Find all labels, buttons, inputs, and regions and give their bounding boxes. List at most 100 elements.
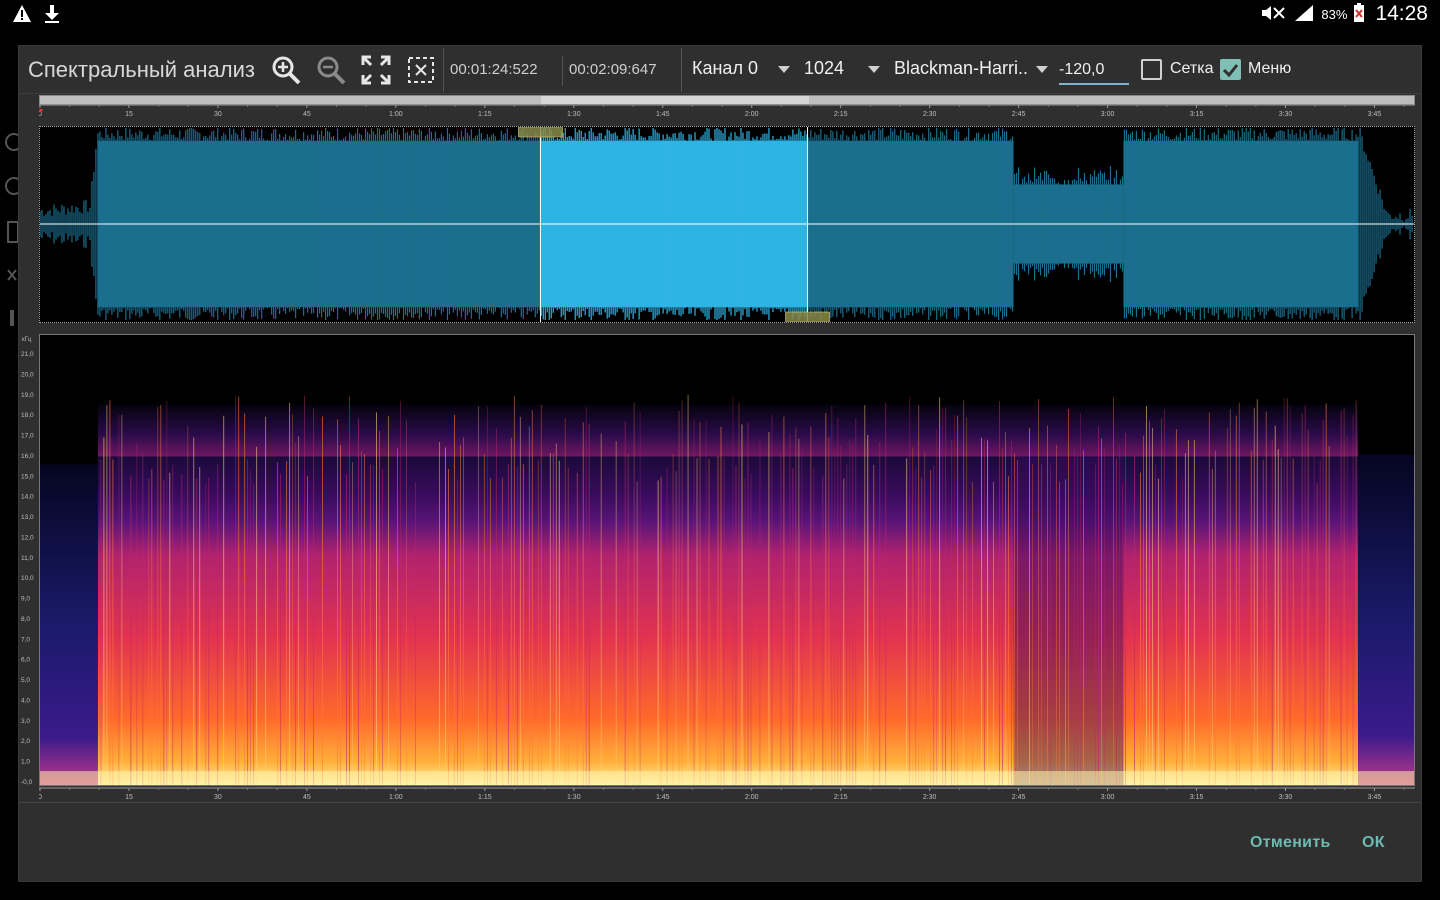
chevron-down-icon[interactable]: [1036, 66, 1048, 73]
frequency-axis: кГц 21,0 20,0 19,0 18,0 17,0 16,0 15,0 14,0 13,0 1…: [21, 337, 34, 786]
ruler-tick-label: 3:45: [1368, 111, 1382, 118]
toolbar-separator: [681, 48, 682, 92]
frequency-tick-label: 16,0: [21, 453, 34, 460]
frequency-tick-label: 4,0: [21, 697, 30, 704]
spectrogram-high-band: [97, 404, 1359, 465]
frequency-tick-label: 14,0: [21, 494, 34, 501]
frequency-tick-label: 9,0: [21, 596, 30, 603]
battery-icon: [1353, 2, 1365, 26]
time-ruler-bottom: 0 15 30 45 1:00 1:15 1:30 1:45 2:00 2:15 2:30 2:45 3…: [39, 787, 1415, 801]
ruler-tick-label: 2:45: [1012, 111, 1026, 118]
spectral-analysis-dialog: Спектральный анализ 00:01:24:522 00:02:0…: [18, 45, 1422, 882]
ruler-tick-label: 30: [214, 794, 222, 801]
ruler-tick-label: 45: [303, 794, 311, 801]
ruler-tick-label: 3:15: [1190, 111, 1204, 118]
zoom-in-icon[interactable]: [269, 53, 303, 87]
frequency-tick-label: 11,0: [21, 555, 34, 562]
ruler-tick-label: 2:00: [745, 111, 759, 118]
ruler-tick-label: 1:00: [389, 111, 403, 118]
channel-dropdown[interactable]: Канал 0: [692, 58, 758, 79]
ruler-tick-label: 30: [214, 111, 222, 118]
signal-icon: [1293, 3, 1315, 26]
db-floor-input[interactable]: [1059, 57, 1129, 85]
menu-checkbox-label[interactable]: Меню: [1248, 60, 1291, 78]
frequency-tick-label: 5,0: [21, 677, 30, 684]
ruler-tick-label: 3:00: [1101, 111, 1115, 118]
grid-checkbox[interactable]: [1141, 59, 1162, 80]
ruler-tick-label: 1:15: [478, 794, 492, 801]
frequency-tick-label: 6,0: [21, 657, 30, 664]
ruler-tick-label: 0: [39, 111, 42, 118]
window-function-dropdown[interactable]: Blackman-Harri..: [894, 58, 1028, 79]
ruler-tick-label: 1:15: [478, 111, 492, 118]
battery-level: 83%: [1321, 6, 1348, 22]
grid-checkbox-label[interactable]: Сетка: [1170, 60, 1214, 78]
footer-divider: [19, 802, 1421, 803]
dialog-title: Спектральный анализ: [28, 57, 255, 82]
selection-start-time[interactable]: 00:01:24:522: [450, 61, 538, 78]
zoom-out-icon[interactable]: [314, 53, 348, 87]
chevron-down-icon[interactable]: [868, 66, 880, 73]
ruler-tick-label: 0: [39, 794, 42, 801]
ruler-tick-label: 2:30: [923, 111, 937, 118]
toolbar: Спектральный анализ 00:01:24:522 00:02:0…: [19, 46, 1421, 94]
frequency-tick-label: 15,0: [21, 473, 34, 480]
selection-start-handle: [517, 127, 563, 138]
frequency-tick-label: 19,0: [21, 392, 34, 399]
frequency-tick-label: -0,0: [21, 779, 33, 786]
frequency-tick-label: 17,0: [21, 433, 34, 440]
ruler-tick-label: 3:00: [1101, 794, 1115, 801]
ruler-tick-label: 1:00: [389, 794, 403, 801]
frequency-tick-label: 1,0: [21, 759, 30, 766]
frequency-tick-label: 3,0: [21, 718, 30, 725]
status-bar: 83% 14:28: [0, 0, 1440, 30]
ruler-tick-label: 3:30: [1279, 111, 1293, 118]
ruler-tick-label: 1:45: [656, 111, 670, 118]
spectrogram-view[interactable]: [39, 334, 1415, 786]
frequency-tick-label: 20,0: [21, 371, 34, 378]
overview-selection[interactable]: [541, 96, 809, 104]
ruler-tick-label: 2:15: [834, 794, 848, 801]
chevron-down-icon[interactable]: [778, 66, 790, 73]
frequency-tick-label: 18,0: [21, 412, 34, 419]
select-all-icon[interactable]: [404, 53, 438, 87]
download-icon: [42, 4, 62, 29]
frequency-tick-label: 13,0: [21, 514, 34, 521]
warning-icon: [12, 4, 32, 29]
ruler-tick-label: 15: [125, 794, 133, 801]
spectrogram-outro: [1358, 454, 1414, 785]
spectrogram-intro: [40, 464, 98, 785]
cancel-button[interactable]: Отменить: [1250, 834, 1331, 852]
fft-size-dropdown[interactable]: 1024: [804, 58, 844, 79]
ruler-tick-label: 45: [303, 111, 311, 118]
selection-end-time[interactable]: 00:02:09:647: [569, 61, 657, 78]
waveform-view[interactable]: [39, 126, 1415, 323]
ruler-tick-label: 1:30: [567, 111, 581, 118]
ruler-tick-label: 3:30: [1279, 794, 1293, 801]
mute-icon: [1259, 3, 1287, 26]
clock: 14:28: [1375, 2, 1428, 25]
frequency-tick-label: 12,0: [21, 534, 34, 541]
frequency-tick-label: 2,0: [21, 738, 30, 745]
ruler-tick-label: 3:45: [1368, 794, 1382, 801]
ruler-tick-label: 3:15: [1190, 794, 1204, 801]
spectrogram-low-freq-band: [40, 771, 1414, 785]
frequency-unit-label: кГц: [22, 337, 32, 343]
frequency-tick-label: 7,0: [21, 636, 30, 643]
expand-icon[interactable]: [359, 53, 393, 87]
toolbar-separator: [562, 56, 563, 86]
menu-checkbox[interactable]: [1220, 59, 1241, 80]
frequency-tick-label: 10,0: [21, 575, 34, 582]
ruler-tick-label: 1:30: [567, 794, 581, 801]
time-ruler-top: 0 15 30 45 1:00 1:15 1:30 1:45 2:00 2:15 2:30 2:45 3…: [39, 104, 1415, 118]
ruler-tick-label: 15: [125, 111, 133, 118]
ruler-tick-label: 2:15: [834, 111, 848, 118]
frequency-tick-label: 21,0: [21, 351, 34, 358]
ruler-tick-label: 2:30: [923, 794, 937, 801]
ruler-tick-label: 2:45: [1012, 794, 1026, 801]
ruler-tick-label: 1:45: [656, 794, 670, 801]
selection-end-handle: [785, 311, 831, 322]
frequency-tick-label: 8,0: [21, 616, 30, 623]
background-app-edge: [0, 130, 23, 330]
ok-button[interactable]: ОК: [1362, 834, 1385, 852]
